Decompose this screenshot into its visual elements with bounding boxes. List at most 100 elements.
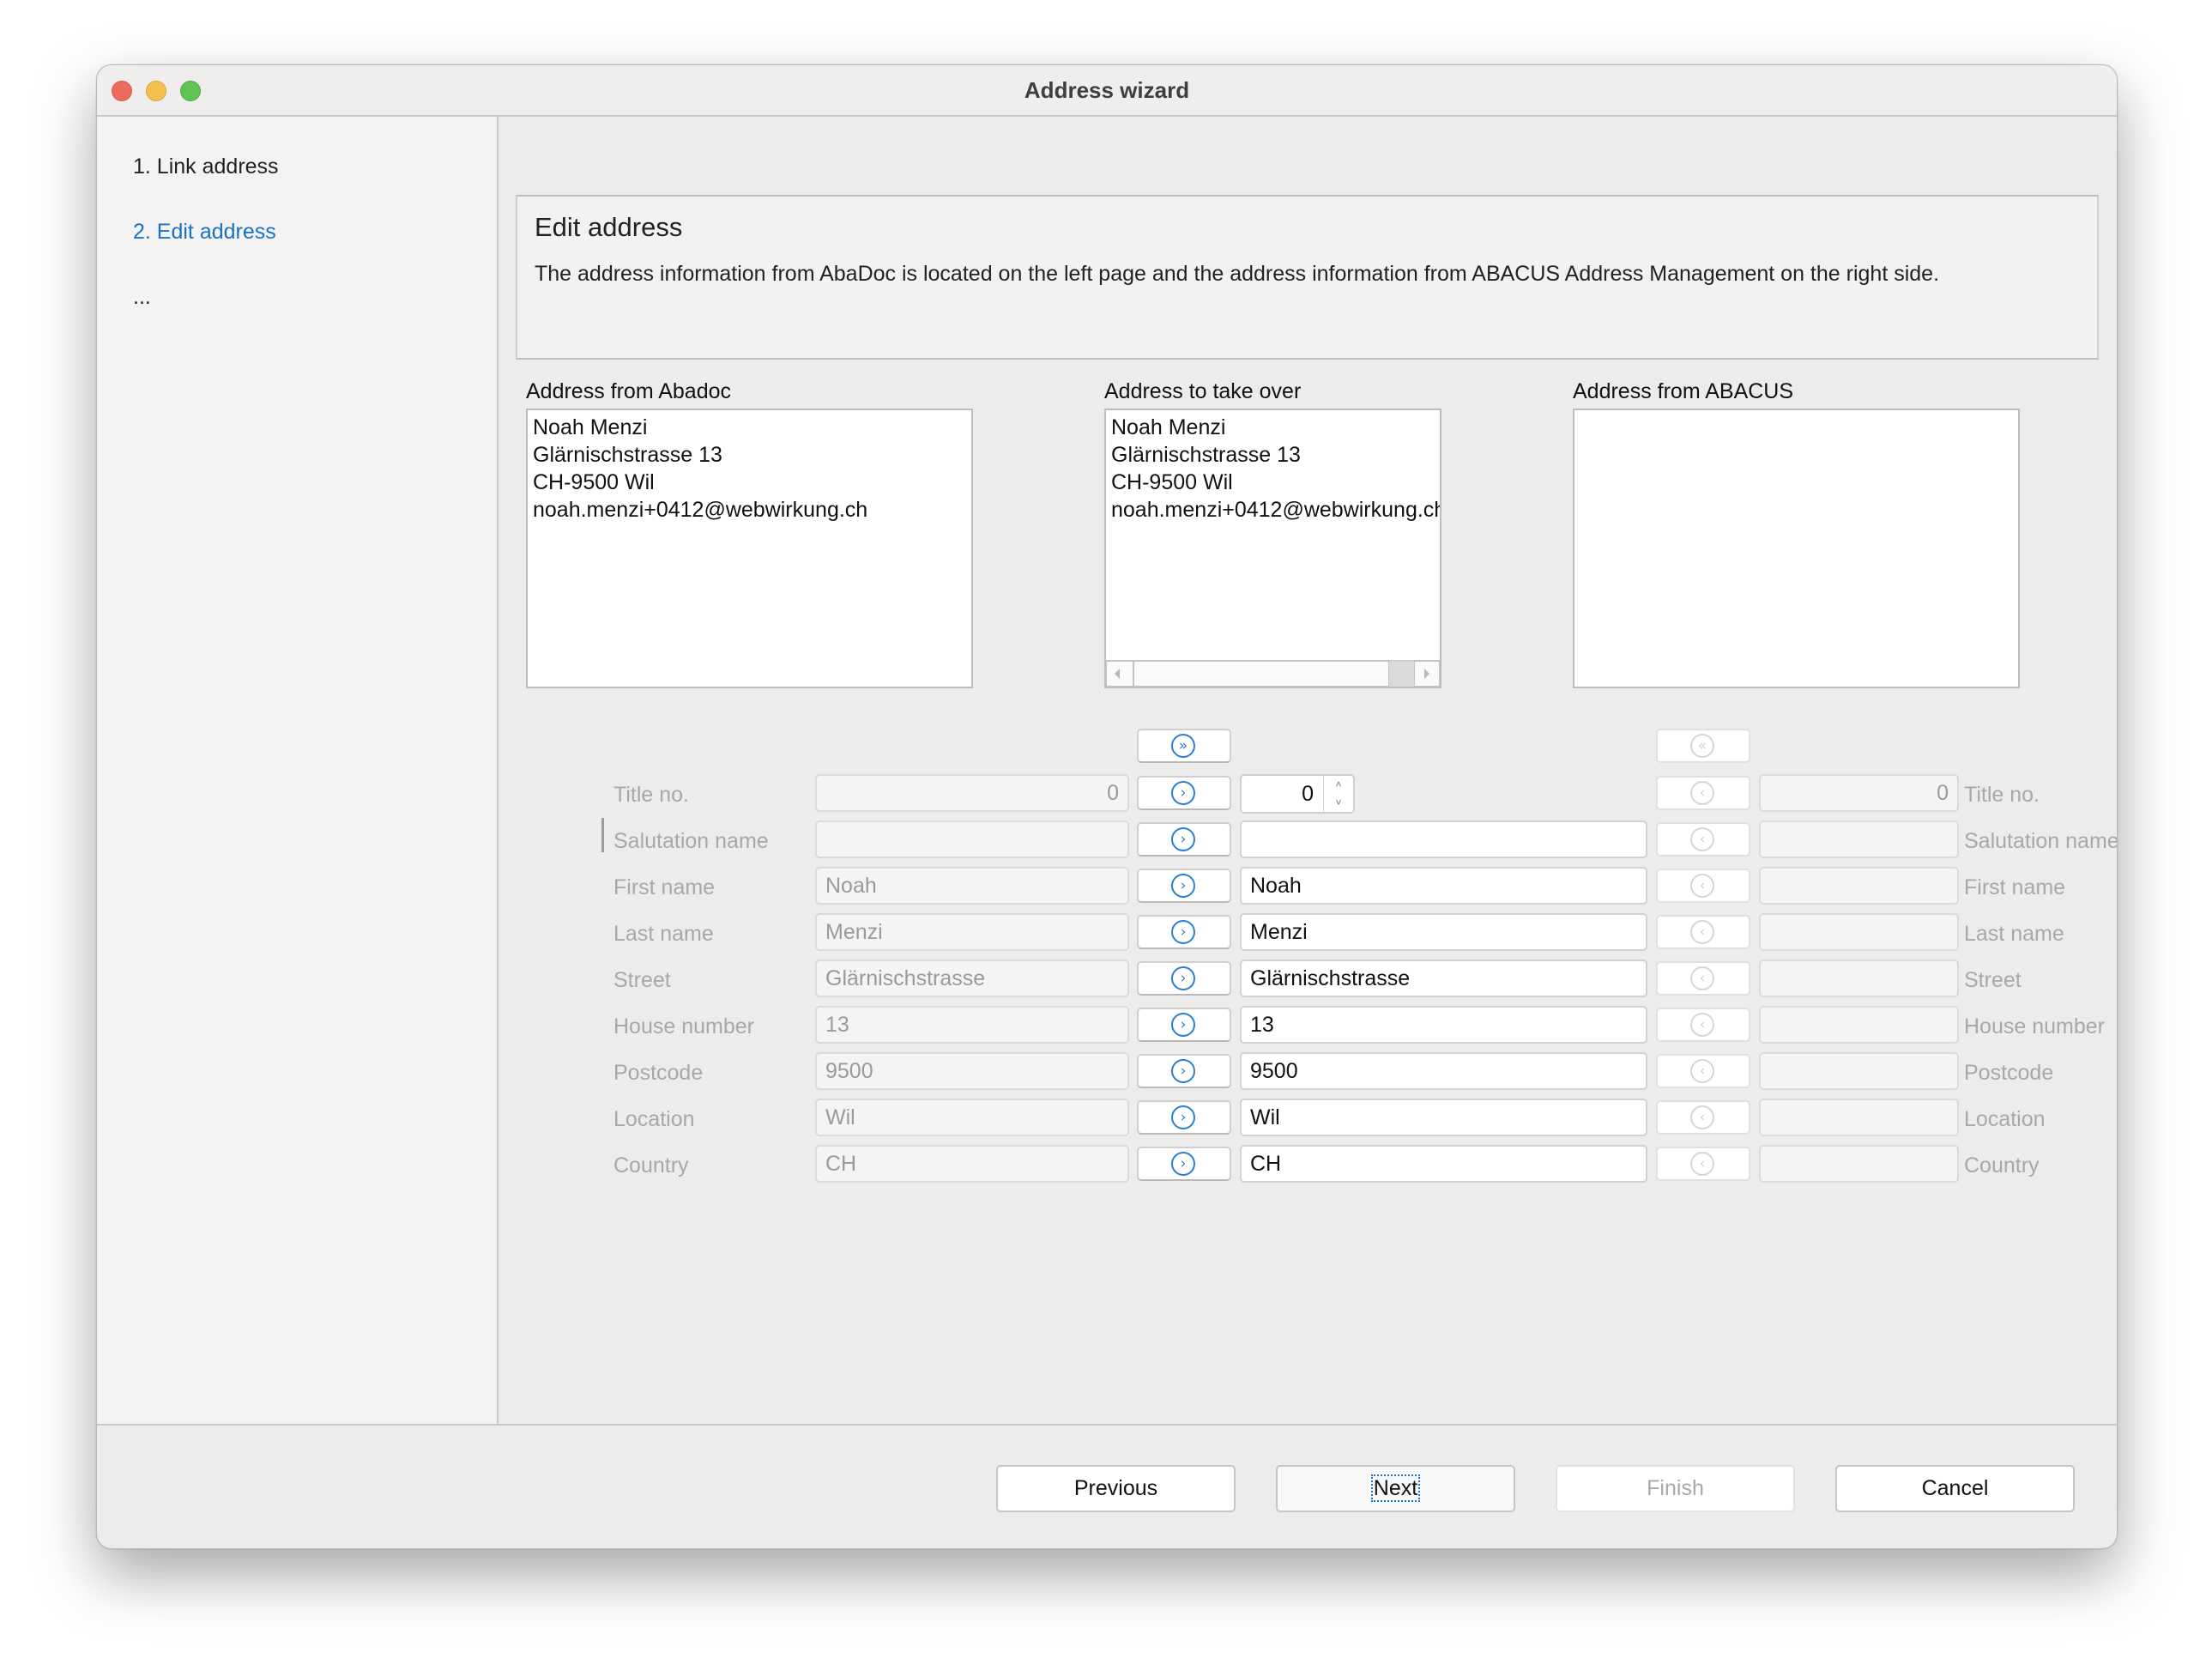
- stepper-buttons: ˄ ˅: [1323, 776, 1353, 812]
- field-row: First name Noah › Noah ‹ First name: [499, 867, 2117, 908]
- abacus-field-label: Country: [1964, 1153, 2040, 1178]
- take-over-field[interactable]: Wil: [1240, 1099, 1647, 1136]
- abacus-field: [1759, 1099, 1959, 1136]
- double-chevron-right-icon: »: [1171, 734, 1195, 758]
- address-line: Noah Menzi: [1111, 415, 1226, 439]
- copy-to-take-over-button[interactable]: ›: [1137, 1054, 1231, 1088]
- abadoc-field: Noah: [815, 867, 1129, 905]
- abacus-address-label: Address from ABACUS: [1573, 379, 1794, 403]
- field-row: Location Wil › Wil ‹ Location: [499, 1099, 2117, 1140]
- scroll-left-button[interactable]: [1106, 661, 1133, 687]
- abadoc-field: Wil: [815, 1099, 1129, 1136]
- copy-to-take-over-button[interactable]: ›: [1137, 1008, 1231, 1042]
- take-over-field[interactable]: Glärnischstrasse: [1240, 960, 1647, 997]
- abacus-field: [1759, 1006, 1959, 1044]
- page-title: Edit address: [535, 212, 683, 242]
- cancel-button[interactable]: Cancel: [1835, 1465, 2075, 1512]
- chevron-left-icon: ‹: [1690, 827, 1714, 851]
- chevron-left-icon: ‹: [1690, 781, 1714, 805]
- stepper-value[interactable]: 0: [1302, 776, 1314, 812]
- main-panel: Edit address The address information fro…: [499, 117, 2117, 1424]
- field-label: Title no.: [613, 783, 690, 807]
- copy-all-to-take-over-button[interactable]: »: [1137, 729, 1231, 763]
- take-over-field[interactable]: 9500: [1240, 1052, 1647, 1090]
- copy-from-abacus-button[interactable]: ‹: [1656, 776, 1750, 810]
- previous-button[interactable]: Previous: [996, 1465, 1236, 1512]
- take-over-field[interactable]: 13: [1240, 1006, 1647, 1044]
- next-button-label: Next: [1370, 1474, 1421, 1502]
- copy-to-take-over-button[interactable]: ›: [1137, 869, 1231, 903]
- address-wizard-window: Address wizard 1. Link address 2. Edit a…: [96, 64, 2118, 1549]
- abacus-field: [1759, 1052, 1959, 1090]
- chevron-left-icon: ‹: [1690, 1059, 1714, 1083]
- field-row: Postcode 9500 › 9500 ‹ Postcode: [499, 1052, 2117, 1093]
- field-label: Postcode: [613, 1061, 704, 1085]
- address-line: CH-9500 Wil: [533, 470, 655, 494]
- abadoc-field: 13: [815, 1006, 1129, 1044]
- address-line: CH-9500 Wil: [1111, 470, 1233, 494]
- copy-from-abacus-button[interactable]: ‹: [1656, 1054, 1750, 1088]
- abacus-field-label: Salutation name: [1964, 829, 2118, 853]
- chevron-left-icon: ‹: [1690, 1105, 1714, 1129]
- abacus-field-label: Title no.: [1964, 783, 2040, 807]
- field-row: Title no. 0 › 0 ˄ ˅ ‹ 0 Title no.: [499, 774, 2117, 815]
- copy-from-abacus-button[interactable]: ‹: [1656, 1008, 1750, 1042]
- take-over-field[interactable]: Menzi: [1240, 913, 1647, 951]
- horizontal-scroll-thumb[interactable]: [1133, 661, 1389, 687]
- chevron-right-icon: ›: [1171, 1013, 1195, 1037]
- copy-to-take-over-button[interactable]: ›: [1137, 822, 1231, 857]
- field-label: Location: [613, 1107, 695, 1131]
- copy-all-from-abacus-button[interactable]: «: [1656, 729, 1750, 763]
- copy-to-take-over-button[interactable]: ›: [1137, 776, 1231, 810]
- abacus-field: [1759, 820, 1959, 858]
- step-edit-address[interactable]: 2. Edit address: [133, 220, 276, 245]
- stepper-down-icon[interactable]: ˅: [1324, 794, 1353, 812]
- next-button[interactable]: Next: [1276, 1465, 1515, 1512]
- copy-from-abacus-button[interactable]: ‹: [1656, 869, 1750, 903]
- chevron-left-icon: ‹: [1690, 966, 1714, 990]
- abacus-address-box: [1573, 409, 2020, 688]
- abadoc-field: Glärnischstrasse: [815, 960, 1129, 997]
- take-over-address-label: Address to take over: [1104, 379, 1302, 403]
- footer-divider: [97, 1424, 2117, 1426]
- take-over-address-box[interactable]: Noah Menzi Glärnischstrasse 13 CH-9500 W…: [1104, 409, 1441, 688]
- address-line: Glärnischstrasse 13: [533, 443, 722, 467]
- chevron-right-icon: ›: [1171, 966, 1195, 990]
- chevron-right-icon: ›: [1171, 1059, 1195, 1083]
- step-link-address[interactable]: 1. Link address: [133, 154, 279, 179]
- address-line: noah.menzi+0412@webwirkung.ch: [1111, 498, 1441, 522]
- title-bar: Address wizard: [97, 65, 2117, 117]
- chevron-left-icon: ‹: [1690, 1013, 1714, 1037]
- abadoc-field: CH: [815, 1145, 1129, 1183]
- copy-to-take-over-button[interactable]: ›: [1137, 1100, 1231, 1135]
- take-over-field[interactable]: Noah: [1240, 867, 1647, 905]
- wizard-steps-sidebar: 1. Link address 2. Edit address ...: [97, 117, 499, 1424]
- copy-from-abacus-button[interactable]: ‹: [1656, 1100, 1750, 1135]
- take-over-field[interactable]: CH: [1240, 1145, 1647, 1183]
- abacus-field-label: First name: [1964, 875, 2066, 899]
- address-line: Noah Menzi: [533, 415, 648, 439]
- copy-to-take-over-button[interactable]: ›: [1137, 961, 1231, 996]
- title-no-stepper[interactable]: 0 ˄ ˅: [1240, 774, 1355, 814]
- abacus-field-label: Location: [1964, 1107, 2046, 1131]
- row-marker: [601, 818, 604, 852]
- chevron-right-icon: ›: [1171, 1152, 1195, 1176]
- finish-button[interactable]: Finish: [1556, 1465, 1795, 1512]
- copy-from-abacus-button[interactable]: ‹: [1656, 1147, 1750, 1181]
- take-over-field[interactable]: [1240, 820, 1647, 858]
- copy-from-abacus-button[interactable]: ‹: [1656, 822, 1750, 857]
- copy-from-abacus-button[interactable]: ‹: [1656, 915, 1750, 949]
- abadoc-field: Menzi: [815, 913, 1129, 951]
- copy-to-take-over-button[interactable]: ›: [1137, 1147, 1231, 1181]
- abacus-field: 0: [1759, 774, 1959, 812]
- copy-to-take-over-button[interactable]: ›: [1137, 915, 1231, 949]
- abacus-field-label: Street: [1964, 968, 2022, 992]
- copy-from-abacus-button[interactable]: ‹: [1656, 961, 1750, 996]
- chevron-right-icon: ›: [1171, 827, 1195, 851]
- horizontal-scrollbar[interactable]: [1106, 660, 1440, 687]
- step-more: ...: [133, 285, 151, 309]
- stepper-up-icon[interactable]: ˄: [1324, 776, 1353, 794]
- scroll-right-button[interactable]: [1414, 661, 1440, 687]
- field-label: Last name: [613, 922, 714, 946]
- copy-all-row: » «: [499, 727, 2117, 768]
